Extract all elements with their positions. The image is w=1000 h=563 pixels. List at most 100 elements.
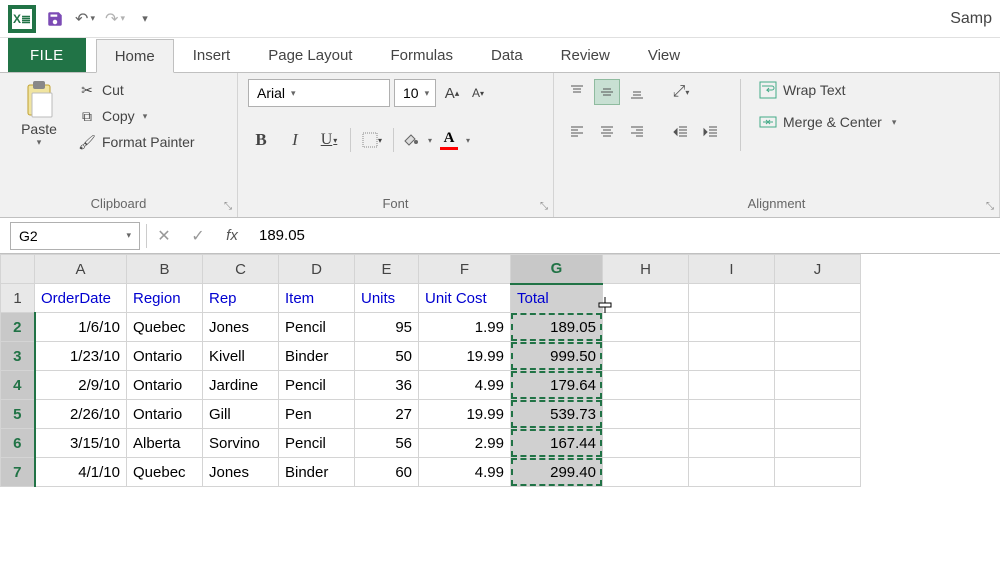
- cell-G2[interactable]: 189.05: [511, 313, 603, 342]
- decrease-indent-button[interactable]: [668, 119, 694, 145]
- formula-input[interactable]: [249, 222, 1000, 250]
- cell-J1[interactable]: [775, 284, 861, 313]
- cell-B6[interactable]: Alberta: [127, 429, 203, 458]
- cell-D2[interactable]: Pencil: [279, 313, 355, 342]
- row-header-1[interactable]: 1: [1, 284, 35, 313]
- cell-A1[interactable]: OrderDate: [35, 284, 127, 313]
- tab-formulas[interactable]: Formulas: [371, 38, 472, 72]
- cell-B3[interactable]: Ontario: [127, 342, 203, 371]
- col-header-G[interactable]: G: [511, 255, 603, 284]
- cell-I7[interactable]: [689, 458, 775, 487]
- underline-button[interactable]: U▾: [316, 127, 342, 153]
- redo-button[interactable]: ↷▾: [100, 4, 130, 34]
- cell-F5[interactable]: 19.99: [419, 400, 511, 429]
- formula-cancel-button[interactable]: ✕: [147, 222, 181, 250]
- cell-D3[interactable]: Binder: [279, 342, 355, 371]
- cell-F3[interactable]: 19.99: [419, 342, 511, 371]
- fill-color-button[interactable]: [402, 131, 420, 149]
- cell-F4[interactable]: 4.99: [419, 371, 511, 400]
- cell-G4[interactable]: 179.64: [511, 371, 603, 400]
- tab-view[interactable]: View: [629, 38, 699, 72]
- cell-D5[interactable]: Pen: [279, 400, 355, 429]
- tab-data[interactable]: Data: [472, 38, 542, 72]
- cell-J3[interactable]: [775, 342, 861, 371]
- cell-A2[interactable]: 1/6/10: [35, 313, 127, 342]
- cell-C5[interactable]: Gill: [203, 400, 279, 429]
- col-header-C[interactable]: C: [203, 255, 279, 284]
- cell-I6[interactable]: [689, 429, 775, 458]
- cell-C3[interactable]: Kivell: [203, 342, 279, 371]
- cell-F2[interactable]: 1.99: [419, 313, 511, 342]
- paste-button[interactable]: Paste ▾: [10, 79, 68, 148]
- row-header-3[interactable]: 3: [1, 342, 35, 371]
- cell-G1[interactable]: Total: [511, 284, 603, 313]
- cell-G7[interactable]: 299.40: [511, 458, 603, 487]
- merge-center-button[interactable]: Merge & Center ▾: [757, 111, 898, 133]
- cell-D1[interactable]: Item: [279, 284, 355, 313]
- tab-file[interactable]: FILE: [8, 38, 86, 72]
- align-left-button[interactable]: [564, 119, 590, 145]
- increase-indent-button[interactable]: [698, 119, 724, 145]
- orientation-button[interactable]: ⤢▾: [668, 79, 694, 105]
- cell-B1[interactable]: Region: [127, 284, 203, 313]
- cell-I1[interactable]: [689, 284, 775, 313]
- spreadsheet-grid[interactable]: ABCDEFGHIJ1OrderDateRegionRepItemUnitsUn…: [0, 254, 1000, 487]
- bold-button[interactable]: B: [248, 127, 274, 153]
- cell-H1[interactable]: [603, 284, 689, 313]
- tab-review[interactable]: Review: [542, 38, 629, 72]
- cell-E2[interactable]: 95: [355, 313, 419, 342]
- cell-H6[interactable]: [603, 429, 689, 458]
- cell-E1[interactable]: Units: [355, 284, 419, 313]
- row-header-5[interactable]: 5: [1, 400, 35, 429]
- cell-G3[interactable]: 999.50: [511, 342, 603, 371]
- align-center-button[interactable]: [594, 119, 620, 145]
- cell-B2[interactable]: Quebec: [127, 313, 203, 342]
- align-right-button[interactable]: [624, 119, 650, 145]
- cell-H3[interactable]: [603, 342, 689, 371]
- font-color-button[interactable]: A: [440, 130, 458, 150]
- cell-E3[interactable]: 50: [355, 342, 419, 371]
- tab-insert[interactable]: Insert: [174, 38, 250, 72]
- font-launcher[interactable]: ⤡: [537, 199, 551, 213]
- row-header-7[interactable]: 7: [1, 458, 35, 487]
- cell-E4[interactable]: 36: [355, 371, 419, 400]
- cell-F6[interactable]: 2.99: [419, 429, 511, 458]
- cell-J5[interactable]: [775, 400, 861, 429]
- cell-J2[interactable]: [775, 313, 861, 342]
- cell-F1[interactable]: Unit Cost: [419, 284, 511, 313]
- cell-J6[interactable]: [775, 429, 861, 458]
- cell-B7[interactable]: Quebec: [127, 458, 203, 487]
- cell-E6[interactable]: 56: [355, 429, 419, 458]
- name-box[interactable]: G2 ▾: [10, 222, 140, 250]
- cell-C7[interactable]: Jones: [203, 458, 279, 487]
- col-header-B[interactable]: B: [127, 255, 203, 284]
- wrap-text-button[interactable]: Wrap Text: [757, 79, 898, 101]
- cell-A5[interactable]: 2/26/10: [35, 400, 127, 429]
- italic-button[interactable]: I: [282, 127, 308, 153]
- font-name-combo[interactable]: Arial▾: [248, 79, 390, 107]
- cell-G5[interactable]: 539.73: [511, 400, 603, 429]
- cell-B4[interactable]: Ontario: [127, 371, 203, 400]
- cell-A3[interactable]: 1/23/10: [35, 342, 127, 371]
- cut-button[interactable]: ✂ Cut: [74, 79, 199, 101]
- cell-I5[interactable]: [689, 400, 775, 429]
- cell-A4[interactable]: 2/9/10: [35, 371, 127, 400]
- row-header-2[interactable]: 2: [1, 313, 35, 342]
- cell-A7[interactable]: 4/1/10: [35, 458, 127, 487]
- cell-F7[interactable]: 4.99: [419, 458, 511, 487]
- cell-J7[interactable]: [775, 458, 861, 487]
- cell-H4[interactable]: [603, 371, 689, 400]
- undo-button[interactable]: ↶▾: [70, 4, 100, 34]
- increase-font-button[interactable]: A▴: [440, 80, 464, 106]
- align-middle-button[interactable]: [594, 79, 620, 105]
- qat-customize[interactable]: ▾: [130, 4, 160, 34]
- cell-E5[interactable]: 27: [355, 400, 419, 429]
- cell-I3[interactable]: [689, 342, 775, 371]
- select-all-corner[interactable]: [1, 255, 35, 284]
- formula-enter-button[interactable]: ✓: [181, 222, 215, 250]
- cell-D4[interactable]: Pencil: [279, 371, 355, 400]
- format-painter-button[interactable]: 🖌 Format Painter: [74, 131, 199, 153]
- tab-page-layout[interactable]: Page Layout: [249, 38, 371, 72]
- insert-function-button[interactable]: fx: [215, 222, 249, 250]
- cell-C2[interactable]: Jones: [203, 313, 279, 342]
